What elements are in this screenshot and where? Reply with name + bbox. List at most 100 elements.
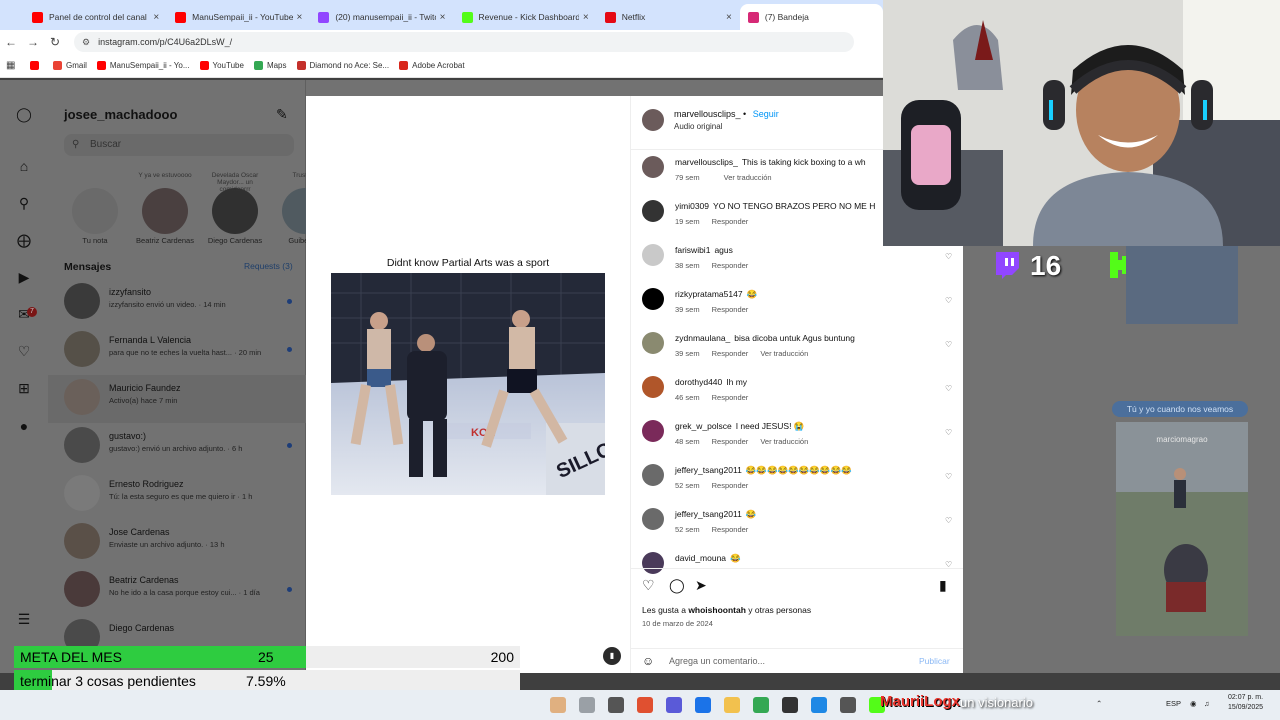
reply-link[interactable]: Responder [712,217,749,226]
conversation-item[interactable]: izzyfansito izzyfansito envió un video. ·… [48,279,306,327]
comment-like-heart-icon[interactable]: ♡ [945,428,952,437]
bookmark-item[interactable]: Diamond no Ace: Se... [296,61,389,70]
bookmark-item[interactable]: Gmail [53,61,87,70]
commenter-avatar[interactable] [642,376,664,398]
reply-link[interactable]: Responder [712,525,749,534]
comment-like-heart-icon[interactable]: ♡ [945,384,952,393]
comment-username[interactable]: david_mouna [675,553,726,563]
commenter-avatar[interactable] [642,508,664,530]
reels-icon[interactable]: ▶ [16,269,32,285]
taskbar-edge-icon[interactable] [695,697,711,713]
profile-avatar[interactable]: ● [16,418,32,434]
system-clock[interactable]: 02:07 p. m. 15/09/2025 [1228,693,1263,713]
browser-tab[interactable]: ManuSempaii_ii - YouTube × [167,4,310,30]
note-item[interactable]: Tu nota [64,172,126,245]
conversation-item[interactable]: Mauricio Faundez Activo(a) hace 7 min [48,375,306,423]
home-icon[interactable]: ⌂ [16,158,32,174]
comment-like-heart-icon[interactable]: ♡ [945,340,952,349]
comment-bubble-icon[interactable]: ◯ [669,577,685,594]
reply-link[interactable]: Responder [712,437,749,446]
comment-like-heart-icon[interactable]: ♡ [945,472,952,481]
like-heart-icon[interactable]: ♡ [642,577,655,594]
comment-like-heart-icon[interactable]: ♡ [945,252,952,261]
audio-label[interactable]: Audio original [674,122,722,131]
emoji-icon[interactable]: ☺ [642,654,654,668]
comment-input[interactable]: Agrega un comentario... [669,656,765,666]
tray-chevron-icon[interactable]: ⌃ [1096,699,1102,708]
comment-username[interactable]: dorothyd440 [675,377,722,387]
commenter-avatar[interactable] [642,288,664,310]
taskbar-file-explorer-icon[interactable] [608,697,624,713]
requests-link[interactable]: Requests (3) [244,261,293,271]
site-settings-icon[interactable]: ⚙ [82,37,90,48]
compose-message-icon[interactable]: ✎ [276,106,288,123]
tab-close-icon[interactable]: × [440,12,446,23]
comment-username[interactable]: fariswibi1 [675,245,710,255]
browser-tab[interactable]: Netflix × [597,4,740,30]
browser-tab[interactable]: (20) manusempaii_ii - Twitch × [310,4,453,30]
comment-like-heart-icon[interactable]: ♡ [945,296,952,305]
translate-link[interactable]: Ver traducción [760,437,808,446]
reply-link[interactable]: Responder [712,481,749,490]
mute-toggle-icon[interactable]: ▮ [603,647,621,665]
comment-username[interactable]: grek_w_polsce [675,421,732,431]
language-indicator[interactable]: ESP [1166,699,1181,708]
translate-link[interactable]: Ver traducción [760,349,808,358]
browser-tab[interactable]: (7) Bandeja [739,4,883,30]
comment-username[interactable]: jeffery_tsang2011 [675,509,742,519]
volume-icon[interactable]: ♫ [1204,699,1210,708]
taskbar-settings-icon[interactable] [840,697,856,713]
tab-close-icon[interactable]: × [583,12,589,23]
dm-search-input[interactable]: ⚲ Buscar [64,134,294,156]
commenter-avatar[interactable] [642,420,664,442]
conversation-item[interactable]: Ernesto Rodriguez Tú: la esta seguro es q… [48,471,306,519]
comment-like-heart-icon[interactable]: ♡ [945,516,952,525]
reply-link[interactable]: Responder [712,393,749,402]
browser-tab[interactable]: Panel de control del canal - Yo × [24,4,167,30]
explore-icon[interactable]: ⨁ [16,232,32,248]
bookmark-item[interactable] [30,61,43,70]
bookmark-item[interactable]: ManuSempaii_ii - Yo... [96,61,190,70]
wifi-icon[interactable]: ◉ [1190,699,1197,708]
taskbar-folder-icon[interactable] [724,697,740,713]
conversation-item[interactable]: Fernanda L Valencia para que no te eches … [48,327,306,375]
note-item[interactable]: Y ya ve estuvoooo Beatriz Cardenas [134,172,196,245]
follow-button[interactable]: Seguir [753,109,779,119]
apps-grid-icon[interactable]: ▦ [6,60,20,71]
browser-tab[interactable]: Revenue - Kick Dashboard × [454,4,597,30]
account-username[interactable]: josee_machadooo [64,107,177,122]
publish-button[interactable]: Publicar [919,656,950,666]
tab-close-icon[interactable]: × [153,12,159,23]
taskbar-obs-icon[interactable] [782,697,798,713]
taskbar-avatar-icon[interactable] [550,697,566,713]
conversation-item[interactable]: Beatriz Cardenas No he ido a la casa porq… [48,567,306,615]
instagram-logo-icon[interactable]: ◯ [16,106,32,122]
comment-username[interactable]: rizkypratama5147 [675,289,743,299]
bookmark-item[interactable]: YouTube [199,61,244,70]
comment-username[interactable]: zydnmaulana_ [675,333,730,343]
bookmark-item[interactable]: Maps [253,61,287,70]
notifications-heart-icon[interactable]: ♡ [16,343,32,359]
author-username[interactable]: marvellousclips_ [674,109,741,119]
comment-username[interactable]: marvellousclips_ [675,157,738,167]
commenter-avatar[interactable] [642,156,664,178]
author-avatar[interactable] [642,109,664,131]
taskbar-teams-icon[interactable] [666,697,682,713]
taskbar-notepad-icon[interactable] [811,697,827,713]
menu-icon[interactable]: ☰ [16,611,32,627]
tab-close-icon[interactable]: × [297,12,303,23]
taskbar-chrome-icon[interactable] [753,697,769,713]
reply-link[interactable]: Responder [712,305,749,314]
likes-user[interactable]: whoishoontah [688,605,746,615]
taskbar-people-icon[interactable] [579,697,595,713]
search-icon[interactable]: ⚲ [16,195,32,211]
bookmark-item[interactable]: Adobe Acrobat [399,61,465,70]
taskbar-photoshop-icon[interactable] [637,697,653,713]
conversation-item[interactable]: gustavo:) gustavo:) envió un archivo adju… [48,423,306,471]
reload-icon[interactable]: ↻ [44,35,66,49]
commenter-avatar[interactable] [642,244,664,266]
create-icon[interactable]: ⊞ [16,380,32,396]
translate-link[interactable]: Ver traducción [724,173,772,182]
forward-arrow-icon[interactable]: → [22,35,44,49]
commenter-avatar[interactable] [642,332,664,354]
